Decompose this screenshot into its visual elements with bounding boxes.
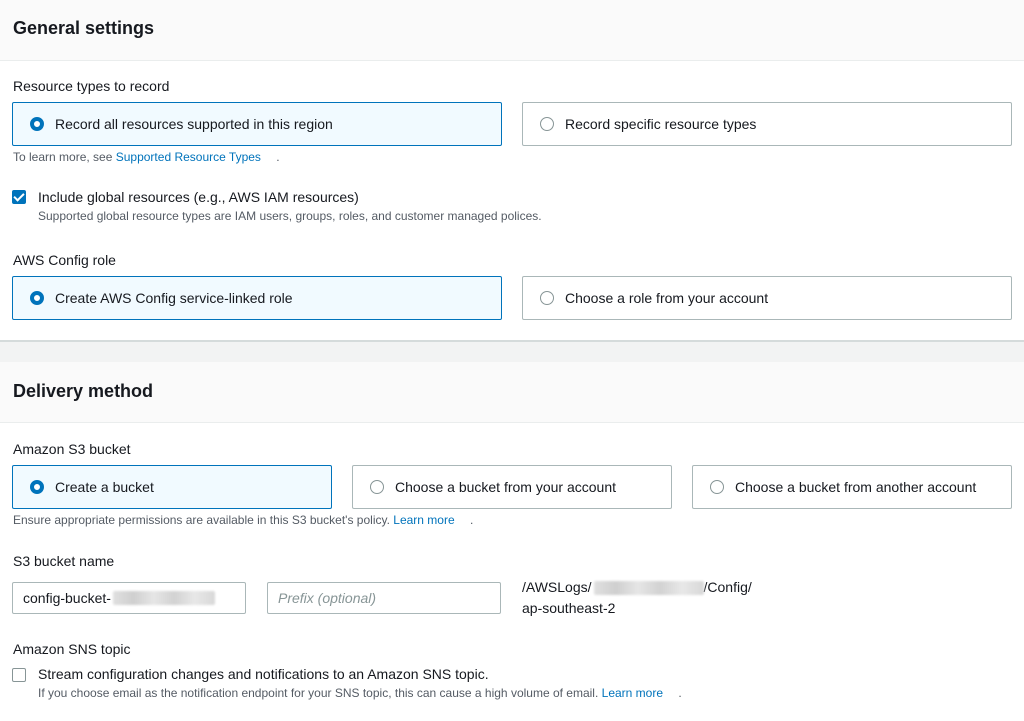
radio-create-role-label: Create AWS Config service-linked role (55, 290, 293, 306)
prefix-placeholder: Prefix (optional) (278, 590, 377, 606)
sns-topic-label: Amazon SNS topic (13, 641, 131, 657)
delivery-method-title: Delivery method (13, 381, 154, 401)
prefix-input[interactable]: Prefix (optional) (267, 582, 501, 614)
s3-bucket-name-label: S3 bucket name (13, 553, 115, 569)
radio-choose-bucket-another-account[interactable]: Choose a bucket from another account (692, 465, 1012, 509)
path-region: ap-southeast-2 (522, 600, 616, 616)
radio-selected-icon (30, 117, 44, 131)
radio-choose-bucket-other-label: Choose a bucket from another account (735, 479, 977, 495)
hint-period: . (276, 150, 280, 164)
radio-unselected-icon (540, 291, 554, 305)
s3-learn-more-link[interactable]: Learn more (393, 513, 454, 527)
hint-period: . (678, 686, 682, 700)
hint-text: If you choose email as the notification … (38, 686, 599, 700)
sns-learn-more-link[interactable]: Learn more (602, 686, 663, 700)
radio-choose-role-label: Choose a role from your account (565, 290, 769, 306)
bucket-name-value: config-bucket- (23, 590, 111, 606)
include-global-checkbox[interactable] (12, 190, 26, 204)
radio-selected-icon (30, 480, 44, 494)
radio-unselected-icon (710, 480, 724, 494)
radio-record-specific-types[interactable]: Record specific resource types (522, 102, 1012, 146)
resource-types-label: Resource types to record (13, 78, 170, 94)
hint-text: To learn more, see (13, 150, 113, 164)
general-settings-title: General settings (13, 18, 155, 38)
radio-unselected-icon (540, 117, 554, 131)
config-settings-page: General settings Resource types to recor… (0, 0, 1024, 721)
radio-record-all-label: Record all resources supported in this r… (55, 116, 333, 132)
radio-choose-bucket-your-account[interactable]: Choose a bucket from your account (352, 465, 672, 509)
section-divider (0, 340, 1024, 362)
path-config: /Config/ (703, 579, 752, 595)
general-settings-header: General settings (0, 0, 1024, 61)
radio-unselected-icon (370, 480, 384, 494)
include-global-label: Include global resources (e.g., AWS IAM … (38, 189, 359, 205)
sns-stream-checkbox[interactable] (12, 668, 26, 682)
radio-selected-icon (30, 291, 44, 305)
redacted-account-id (112, 591, 215, 605)
radio-create-bucket[interactable]: Create a bucket (12, 465, 332, 509)
bucket-name-input[interactable]: config-bucket- (12, 582, 246, 614)
radio-create-bucket-label: Create a bucket (55, 479, 154, 495)
radio-choose-bucket-label: Choose a bucket from your account (395, 479, 617, 495)
s3-bucket-label: Amazon S3 bucket (13, 441, 131, 457)
resource-types-hint: To learn more, see Supported Resource Ty… (13, 150, 280, 164)
sns-stream-label: Stream configuration changes and notific… (38, 666, 489, 682)
delivery-method-header: Delivery method (0, 362, 1024, 423)
sns-hint: If you choose email as the notification … (38, 686, 682, 700)
supported-resource-types-link[interactable]: Supported Resource Types (116, 150, 261, 164)
hint-period: . (470, 513, 474, 527)
radio-record-all-resources[interactable]: Record all resources supported in this r… (12, 102, 502, 146)
config-role-label: AWS Config role (13, 252, 116, 268)
path-awslogs: /AWSLogs/ (522, 579, 592, 595)
s3-permissions-hint: Ensure appropriate permissions are avail… (13, 513, 473, 527)
radio-choose-role[interactable]: Choose a role from your account (522, 276, 1012, 320)
radio-create-service-linked-role[interactable]: Create AWS Config service-linked role (12, 276, 502, 320)
hint-text: Ensure appropriate permissions are avail… (13, 513, 390, 527)
radio-record-specific-label: Record specific resource types (565, 116, 757, 132)
bucket-path-text: /AWSLogs/ /Config/ ap-southeast-2 (522, 577, 752, 619)
redacted-account-id (593, 581, 704, 596)
include-global-hint: Supported global resource types are IAM … (38, 209, 542, 223)
